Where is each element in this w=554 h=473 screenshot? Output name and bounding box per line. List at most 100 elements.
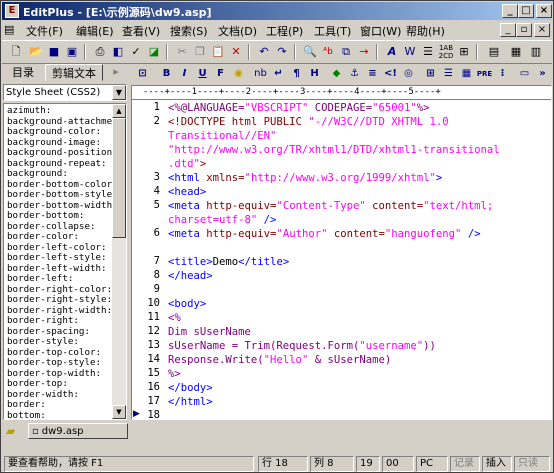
bold-icon[interactable]: B xyxy=(158,66,175,82)
menu-edit[interactable]: 编辑(E) xyxy=(76,23,114,39)
menu-help[interactable]: 帮助(H) xyxy=(406,23,445,39)
table-icon[interactable]: ⊞ xyxy=(422,66,439,82)
form-icon[interactable]: ▭ xyxy=(516,66,533,82)
anchor-icon[interactable]: ⚓ xyxy=(346,66,363,82)
menu-file[interactable]: 文件(F) xyxy=(26,23,63,39)
folder-icon[interactable]: ▰ xyxy=(6,424,22,438)
maximize-button[interactable]: □ xyxy=(518,4,534,18)
status-record[interactable]: 记录 xyxy=(450,456,480,472)
menu-project[interactable]: 工程(P) xyxy=(266,23,303,39)
cliptext-item[interactable]: border-bottom-style: xyxy=(7,189,118,201)
break-icon[interactable]: ↵ xyxy=(270,66,287,82)
find-in-files-icon[interactable]: ⧉ xyxy=(338,44,354,60)
cut-icon[interactable]: ✂ xyxy=(174,44,190,60)
scroll-down-arrow[interactable]: ▼ xyxy=(112,405,126,419)
chevron-down-icon[interactable]: ▼ xyxy=(112,85,126,100)
menu-document[interactable]: 文档(D) xyxy=(218,23,257,39)
cliptext-item[interactable]: border-top: xyxy=(7,378,68,390)
cliptext-item[interactable]: border-right: xyxy=(7,315,79,327)
more-icon[interactable]: » xyxy=(534,66,551,82)
word-wrap-icon[interactable]: W xyxy=(402,44,418,60)
cliptext-item[interactable]: azimuth: xyxy=(7,105,51,117)
doc-tab-dw9[interactable]: ▫ dw9.asp xyxy=(28,423,128,439)
doc-restore-button[interactable]: ▫ xyxy=(516,23,532,37)
cliptext-item[interactable]: border-color: xyxy=(7,231,79,243)
app-icon[interactable]: E xyxy=(5,4,19,18)
title-bar[interactable]: E EditPlus - [E:\示例源码\dw9.asp] _ □ × xyxy=(2,2,552,20)
print-preview-icon[interactable]: ◧ xyxy=(110,44,126,60)
cliptext-item[interactable]: border-left-style: xyxy=(7,252,107,264)
line-number-icon[interactable]: ☰ xyxy=(420,44,436,60)
scroll-up-arrow[interactable]: ▲ xyxy=(112,104,126,118)
paragraph-icon[interactable]: ¶ xyxy=(288,66,305,82)
paste-icon[interactable]: 📋 xyxy=(210,44,226,60)
comment-icon[interactable]: <! xyxy=(382,66,399,82)
ruler-icon[interactable]: 1AB 2CD xyxy=(438,44,454,60)
close-button[interactable]: × xyxy=(536,4,552,18)
save-all-icon[interactable]: ▣ xyxy=(64,44,80,60)
menu-view[interactable]: 查看(V) xyxy=(122,23,160,39)
cliptext-scrollbar[interactable]: ▲ ▼ xyxy=(112,104,126,419)
tab-directory[interactable]: 目录 xyxy=(3,64,43,81)
browser-icon[interactable]: ◪ xyxy=(146,44,162,60)
html-preview-icon[interactable]: ⊡ xyxy=(134,66,151,82)
doc-minimize-button[interactable]: _ xyxy=(500,23,516,37)
pre-icon[interactable]: PRE xyxy=(476,66,493,82)
cliptext-list[interactable]: azimuth: background-attachment: background… xyxy=(3,103,127,420)
menu-window[interactable]: 窗口(W) xyxy=(360,23,401,39)
table-cell-icon[interactable]: ▦ xyxy=(458,66,475,82)
status-insert[interactable]: 插入 xyxy=(482,456,512,472)
minimize-button[interactable]: _ xyxy=(502,4,518,18)
window-title: EditPlus - [E:\示例源码\dw9.asp] xyxy=(23,6,212,19)
color-icon[interactable]: ◉ xyxy=(230,66,247,82)
menu-search[interactable]: 搜索(S) xyxy=(170,23,208,39)
code-editor[interactable]: ----+----1----+----2----+----3----+----4… xyxy=(131,85,552,420)
cliptext-item[interactable]: border-top-style: xyxy=(7,357,101,369)
open-icon[interactable]: 📂 xyxy=(28,44,44,60)
cliptext-item[interactable]: border-right-style: xyxy=(7,294,112,306)
font-icon[interactable]: A xyxy=(384,44,400,60)
doc-icon[interactable]: ▤ xyxy=(4,23,14,36)
cliptext-item[interactable]: border-bottom: xyxy=(7,210,84,222)
cliptext-item[interactable]: background-color: xyxy=(7,126,101,138)
save-icon[interactable]: ■ xyxy=(46,44,62,60)
font-tag-icon[interactable]: F xyxy=(212,66,229,82)
goto-line-icon[interactable]: → xyxy=(356,44,372,60)
cascade-icon[interactable]: ▥ xyxy=(528,44,544,60)
redo-icon[interactable]: ↷ xyxy=(274,44,290,60)
menu-tools[interactable]: 工具(T) xyxy=(314,23,351,39)
cliptext-item[interactable]: border-left: xyxy=(7,273,73,285)
tile-icon[interactable]: ▦ xyxy=(508,44,524,60)
delete-icon[interactable]: ✕ xyxy=(228,44,244,60)
italic-icon[interactable]: I xyxy=(176,66,193,82)
scroll-thumb[interactable] xyxy=(112,118,126,238)
nbsp-icon[interactable]: nb xyxy=(252,66,269,82)
tab-cliptext[interactable]: 剪辑文本 xyxy=(45,64,103,81)
find-icon[interactable]: 🔍 xyxy=(302,44,318,60)
print-icon[interactable]: ⎙ xyxy=(92,44,108,60)
close-panel-icon[interactable]: ▸ xyxy=(108,64,124,80)
new-file-icon[interactable]: 🗋 xyxy=(8,44,24,60)
hr-icon[interactable]: ≡ xyxy=(364,66,381,82)
window-list-icon[interactable]: ▤ xyxy=(486,44,502,60)
cliptext-item[interactable]: border: xyxy=(7,399,46,411)
cliptext-item[interactable]: border-style: xyxy=(7,336,79,348)
hex-view-icon[interactable]: ⊞ xyxy=(456,44,472,60)
cliptext-item[interactable]: bottom: xyxy=(7,410,46,419)
object-icon[interactable]: ◎ xyxy=(400,66,417,82)
list-icon[interactable]: ⁝ xyxy=(494,66,511,82)
copy-icon[interactable]: ❐ xyxy=(192,44,208,60)
heading-icon[interactable]: H xyxy=(306,66,323,82)
replace-icon[interactable]: ᴬb xyxy=(320,44,336,60)
table-row-icon[interactable]: ☰ xyxy=(440,66,457,82)
cliptext-item[interactable]: background: xyxy=(7,168,68,180)
doc-close-button[interactable]: × xyxy=(534,23,550,37)
spell-check-icon[interactable]: ✓ xyxy=(128,44,144,60)
undo-icon[interactable]: ↶ xyxy=(256,44,272,60)
underline-icon[interactable]: U xyxy=(194,66,211,82)
cliptext-item[interactable]: background-position: xyxy=(7,147,118,159)
cliptext-category-select[interactable]: Style Sheet (CSS2) ▼ xyxy=(3,84,127,101)
status-encoding[interactable]: PC xyxy=(416,456,448,472)
status-readonly[interactable]: 只读 xyxy=(514,456,550,472)
image-icon[interactable]: ◆ xyxy=(328,66,345,82)
